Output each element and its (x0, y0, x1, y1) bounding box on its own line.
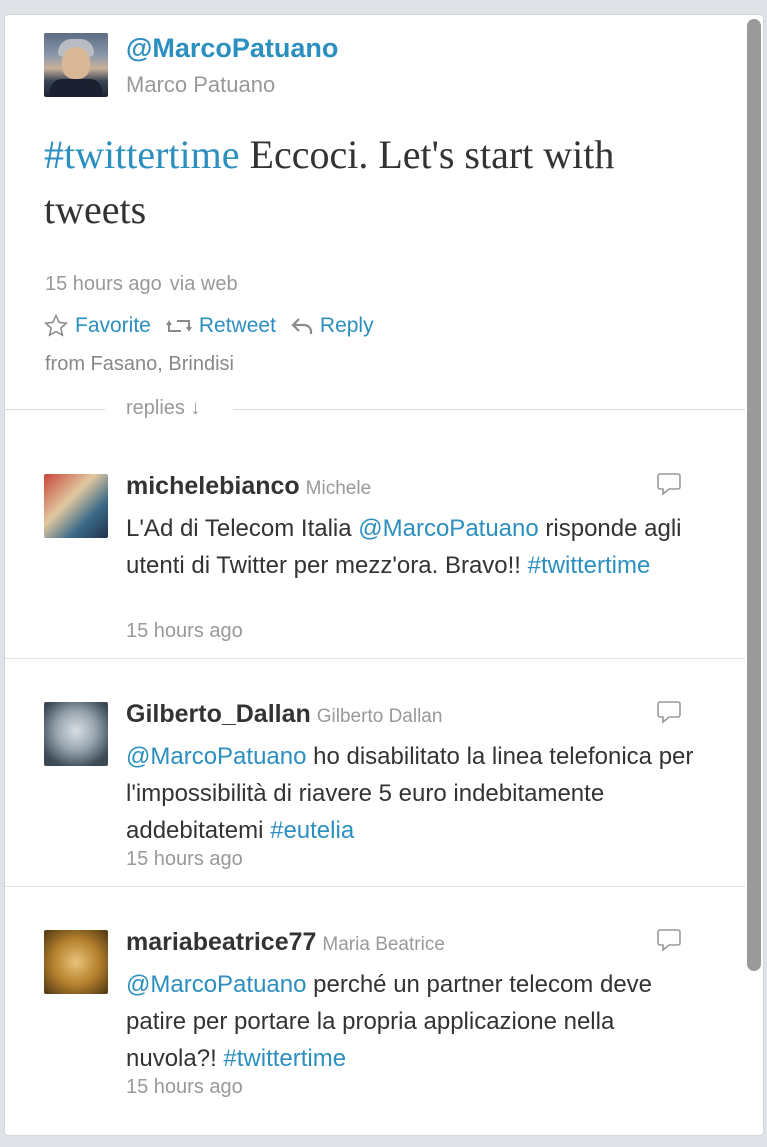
retweet-label: Retweet (198, 314, 276, 337)
speech-bubble-icon[interactable] (655, 926, 683, 954)
hashtag-link[interactable]: #twittertime (528, 552, 651, 579)
timestamp[interactable]: 15 hours ago (45, 273, 162, 295)
tweet-detail-panel: @MarcoPatuano Marco Patuano #twittertime… (4, 14, 764, 1136)
tweet-text: #twittertime Eccoci. Let's start with tw… (44, 127, 704, 237)
reply-user: mariabeatrice77 Maria Beatrice (126, 928, 445, 957)
reply-timestamp[interactable]: 15 hours ago (126, 848, 243, 871)
reply-arrow-icon (291, 318, 313, 334)
replies-label[interactable]: replies ↓ (126, 397, 200, 420)
reply-username[interactable]: michelebianco (126, 472, 300, 500)
hashtag-link[interactable]: #twittertime (44, 132, 240, 177)
reply-button[interactable]: Reply (290, 314, 374, 338)
reply-text: @MarcoPatuano ho disabilitato la linea t… (126, 743, 694, 844)
mention-link[interactable]: @MarcoPatuano (358, 515, 538, 542)
reply-text: L'Ad di Telecom Italia @MarcoPatuano ris… (126, 515, 682, 579)
tweet-actions: Favorite Retweet Reply (43, 313, 388, 339)
reply-timestamp[interactable]: 15 hours ago (126, 620, 243, 643)
star-icon (43, 313, 69, 337)
reply-user: Gilberto_Dallan Gilberto Dallan (126, 700, 442, 729)
avatar[interactable] (44, 930, 108, 994)
tweet-meta: 15 hours ago via web (45, 273, 238, 296)
reply-timestamp[interactable]: 15 hours ago (126, 1076, 243, 1099)
favorite-label: Favorite (75, 314, 151, 337)
retweet-button[interactable]: Retweet (165, 314, 276, 338)
reply-name: Michele (305, 478, 372, 499)
speech-bubble-icon[interactable] (655, 698, 683, 726)
reply-item: mariabeatrice77 Maria Beatrice @MarcoPatu… (5, 886, 745, 1114)
reply-username[interactable]: mariabeatrice77 (126, 928, 316, 956)
scrollbar-thumb[interactable] (747, 19, 761, 971)
reply-text: @MarcoPatuano perché un partner telecom … (126, 971, 653, 1072)
tweet-location: from Fasano, Brindisi (45, 353, 234, 375)
avatar[interactable] (44, 33, 108, 97)
hashtag-link[interactable]: #eutelia (270, 817, 354, 844)
avatar[interactable] (44, 702, 108, 766)
reply-username[interactable]: Gilberto_Dallan (126, 700, 311, 728)
source: via web (169, 273, 238, 295)
reply-item: Gilberto_Dallan Gilberto Dallan @MarcoPat… (5, 658, 745, 887)
author-handle[interactable]: @MarcoPatuano (126, 33, 338, 64)
retweet-icon (166, 320, 192, 332)
mention-link[interactable]: @MarcoPatuano (126, 743, 306, 770)
author-name: Marco Patuano (126, 72, 276, 97)
speech-bubble-icon[interactable] (655, 470, 683, 498)
reply-name: Maria Beatrice (322, 934, 445, 955)
avatar[interactable] (44, 474, 108, 538)
reply-label: Reply (319, 314, 374, 337)
reply-item: michelebianco Michele L'Ad di Telecom Ita… (5, 430, 745, 659)
mention-link[interactable]: @MarcoPatuano (126, 971, 306, 998)
divider (5, 409, 105, 410)
reply-name: Gilberto Dallan (316, 706, 443, 727)
hashtag-link[interactable]: #twittertime (223, 1045, 346, 1072)
reply-user: michelebianco Michele (126, 472, 371, 501)
divider (233, 409, 745, 410)
main-tweet: @MarcoPatuano Marco Patuano #twittertime… (5, 15, 745, 410)
favorite-button[interactable]: Favorite (43, 313, 151, 339)
